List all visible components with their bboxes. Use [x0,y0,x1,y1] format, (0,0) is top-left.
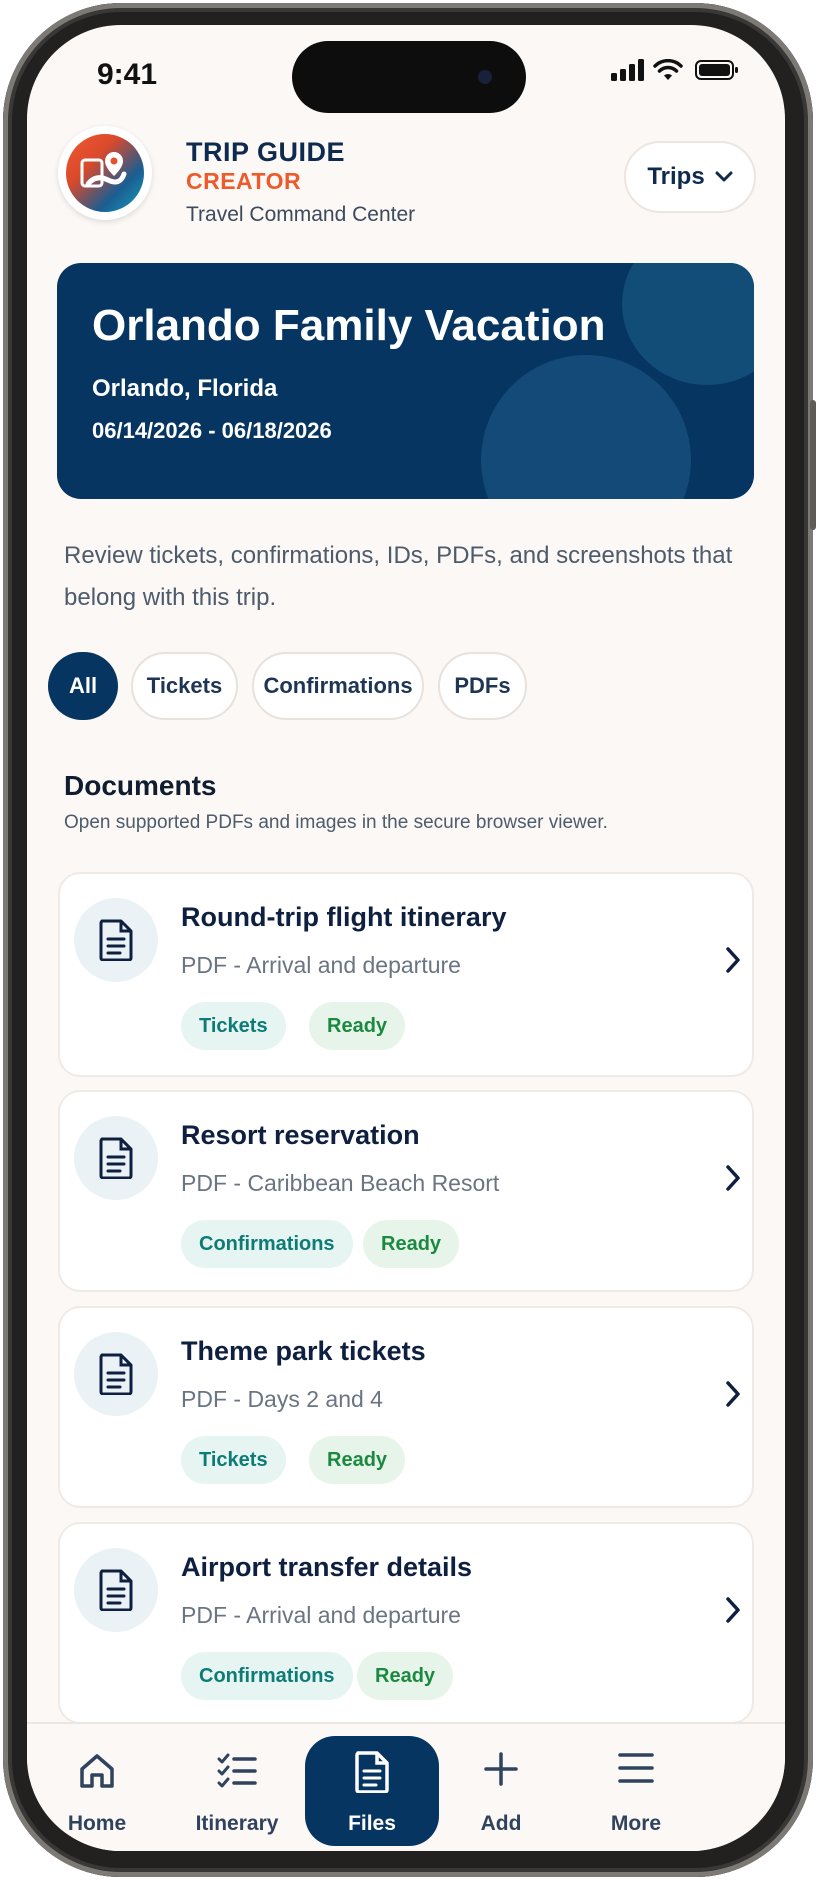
category-badge: Confirmations [181,1220,353,1268]
camera-icon [478,70,492,84]
app-logo [58,126,152,220]
document-card[interactable]: Resort reservation PDF - Caribbean Beach… [58,1090,754,1292]
document-subtitle: PDF - Days 2 and 4 [181,1386,383,1412]
nav-item-home[interactable]: Home [37,1724,157,1851]
nav-label: More [610,1812,662,1835]
intro-text: Review tickets, confirmations, IDs, PDFs… [64,542,733,611]
status-badge: Ready [357,1652,454,1700]
document-title: Airport transfer details [181,1552,473,1582]
nav-item-files[interactable]: Files [305,1724,439,1851]
bottom-nav: Home Itinerary Files Add More [27,1722,785,1851]
category-badge: Tickets [181,1002,286,1050]
document-icon [74,1548,158,1632]
documents-heading: Documents [64,770,217,801]
status-time: 9:41 [97,58,158,91]
brand-subtitle: CREATOR [186,168,302,194]
document-subtitle: PDF - Caribbean Beach Resort [181,1170,500,1196]
category-badge: Tickets [181,1436,286,1484]
filter-chip-tickets[interactable]: Tickets [131,652,238,720]
document-card[interactable]: Round-trip flight itinerary PDF - Arriva… [58,872,754,1077]
trip-location: Orlando, Florida [92,375,278,402]
trip-title: Orlando Family Vacation [92,301,606,350]
document-card[interactable]: Theme park tickets PDF - Days 2 and 4 Ti… [58,1306,754,1508]
filter-chip-pdfs[interactable]: PDFs [438,652,527,720]
category-badge: Confirmations [181,1652,353,1700]
nav-label: Add [480,1812,522,1835]
document-icon [74,898,158,982]
trips-dropdown-button[interactable]: Trips [624,141,756,213]
checklist-icon [217,1753,257,1788]
nav-item-add[interactable]: Add [441,1724,561,1851]
nav-item-more[interactable]: More [576,1724,696,1851]
menu-icon [618,1753,654,1783]
document-icon [74,1116,158,1200]
trip-dates: 06/14/2026 - 06/18/2026 [92,418,332,443]
filter-chip-confirmations[interactable]: Confirmations [252,652,424,720]
status-badge: Ready [363,1220,460,1268]
document-subtitle: PDF - Arrival and departure [181,952,461,978]
nav-label: Home [67,1812,127,1835]
document-title: Theme park tickets [181,1336,426,1366]
document-icon [74,1332,158,1416]
document-icon [355,1751,389,1793]
document-title: Resort reservation [181,1120,420,1150]
trips-button-label: Trips [647,163,705,190]
trip-hero-card: Orlando Family Vacation Orlando, Florida… [57,263,754,499]
plus-icon [484,1752,518,1786]
map-pin-icon [80,152,127,188]
documents-subtitle: Open supported PDFs and images in the se… [64,812,608,833]
brand-title: TRIP GUIDE [186,137,346,167]
battery-icon [695,60,738,80]
brand-tagline: Travel Command Center [186,203,416,226]
chevron-right-icon [726,947,740,973]
document-title: Round-trip flight itinerary [181,902,507,932]
chevron-right-icon [726,1165,740,1191]
wifi-icon [653,59,683,80]
filter-chip-all[interactable]: All [48,652,118,720]
dynamic-island [292,41,526,113]
home-icon [80,1754,114,1788]
signal-icon [611,59,644,81]
document-subtitle: PDF - Arrival and departure [181,1602,461,1628]
phone-side-button [810,400,816,530]
document-card[interactable]: Airport transfer details PDF - Arrival a… [58,1522,754,1724]
app-screen: 9:41 TRIP GUIDE CREATOR Travel Command C… [27,25,785,1851]
nav-item-itinerary[interactable]: Itinerary [177,1724,297,1851]
status-badge: Ready [309,1002,406,1050]
chevron-right-icon [726,1597,740,1623]
nav-label: Files [348,1812,396,1835]
nav-label: Itinerary [195,1812,279,1835]
chevron-right-icon [726,1381,740,1407]
status-badge: Ready [309,1436,406,1484]
chevron-down-icon [715,171,733,182]
